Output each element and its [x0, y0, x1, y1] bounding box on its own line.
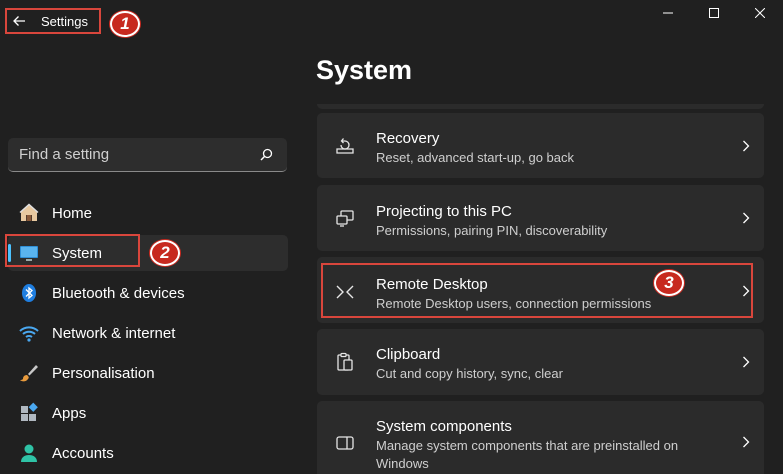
- sidebar-item-label: Accounts: [52, 444, 114, 462]
- chevron-right-icon: [742, 140, 750, 152]
- card-subtitle: Cut and copy history, sync, clear: [376, 366, 563, 381]
- person-icon: [18, 442, 40, 464]
- wifi-icon: [18, 322, 40, 344]
- sidebar-item-label: System: [52, 244, 103, 262]
- card-text: System components Manage system componen…: [376, 401, 764, 473]
- clipboard-icon: [334, 351, 356, 373]
- chevron-right-icon: [742, 285, 750, 297]
- close-button[interactable]: [737, 0, 783, 28]
- components-icon: [334, 432, 356, 454]
- card-text: Projecting to this PC Permissions, pairi…: [376, 185, 764, 240]
- sidebar-item-label: Bluetooth & devices: [52, 284, 185, 302]
- sidebar-item-bluetooth[interactable]: Bluetooth & devices: [8, 275, 288, 311]
- chevron-right-icon: [742, 436, 750, 448]
- app-title: Settings: [41, 13, 88, 29]
- home-icon: [18, 202, 40, 224]
- card-projecting-to-this-pc[interactable]: Projecting to this PC Permissions, pairi…: [317, 185, 764, 251]
- close-icon: [754, 5, 766, 23]
- window-controls: [645, 0, 783, 28]
- search-icon[interactable]: [260, 148, 273, 161]
- card-system-components[interactable]: System components Manage system componen…: [317, 401, 764, 474]
- card-title: Remote Desktop: [376, 276, 488, 293]
- card-remote-desktop[interactable]: Remote Desktop Remote Desktop users, con…: [317, 257, 764, 323]
- card-subtitle: Manage system components that are preins…: [376, 438, 679, 471]
- recovery-icon: [334, 134, 356, 156]
- card-clipboard[interactable]: Clipboard Cut and copy history, sync, cl…: [317, 329, 764, 395]
- sidebar-item-label: Home: [52, 204, 93, 222]
- minimize-button[interactable]: [645, 0, 691, 28]
- active-indicator: [8, 244, 11, 262]
- sidebar-item-network[interactable]: Network & internet: [8, 315, 288, 351]
- projecting-icon: [334, 207, 356, 229]
- card-subtitle: Reset, advanced start-up, go back: [376, 150, 575, 165]
- apps-icon: [18, 402, 40, 424]
- search-box[interactable]: [8, 138, 287, 172]
- card-subtitle: Remote Desktop users, connection permiss…: [376, 296, 652, 311]
- sidebar-item-apps[interactable]: Apps: [8, 395, 288, 431]
- sidebar-item-home[interactable]: Home: [8, 195, 288, 231]
- card-text: Recovery Reset, advanced start-up, go ba…: [376, 113, 764, 167]
- card-title: System components: [376, 418, 512, 435]
- maximize-icon: [709, 5, 719, 23]
- page-title: System: [316, 55, 413, 85]
- sidebar-item-label: Personalisation: [52, 364, 155, 382]
- chevron-right-icon: [742, 356, 750, 368]
- brush-icon: [18, 362, 40, 384]
- sidebar-item-label: Apps: [52, 404, 87, 422]
- annotation-marker-1: 1: [110, 11, 140, 37]
- card-title: Clipboard: [376, 346, 441, 363]
- chevron-right-icon: [742, 212, 750, 224]
- card-text: Remote Desktop Remote Desktop users, con…: [376, 257, 764, 313]
- sidebar-item-personalisation[interactable]: Personalisation: [8, 355, 288, 391]
- remote-desktop-icon: [334, 281, 356, 303]
- card-text: Clipboard Cut and copy history, sync, cl…: [376, 329, 764, 383]
- monitor-icon: [18, 242, 40, 264]
- annotation-marker-2: 2: [150, 240, 180, 266]
- maximize-button[interactable]: [691, 0, 737, 28]
- sidebar-item-label: Network & internet: [52, 324, 176, 342]
- card-recovery[interactable]: Recovery Reset, advanced start-up, go ba…: [317, 113, 764, 178]
- sidebar-item-accounts[interactable]: Accounts: [8, 435, 288, 471]
- search-input[interactable]: [8, 145, 241, 164]
- sidebar-item-system[interactable]: System: [8, 235, 288, 271]
- card-list-top-edge: [317, 104, 764, 109]
- bluetooth-icon: [18, 282, 40, 304]
- back-button[interactable]: Settings: [5, 8, 101, 34]
- back-arrow-icon: [11, 13, 27, 29]
- minimize-icon: [663, 5, 673, 23]
- card-title: Recovery: [376, 130, 440, 147]
- annotation-marker-3: 3: [654, 270, 684, 296]
- card-title: Projecting to this PC: [376, 203, 512, 220]
- card-subtitle: Permissions, pairing PIN, discoverabilit…: [376, 223, 608, 238]
